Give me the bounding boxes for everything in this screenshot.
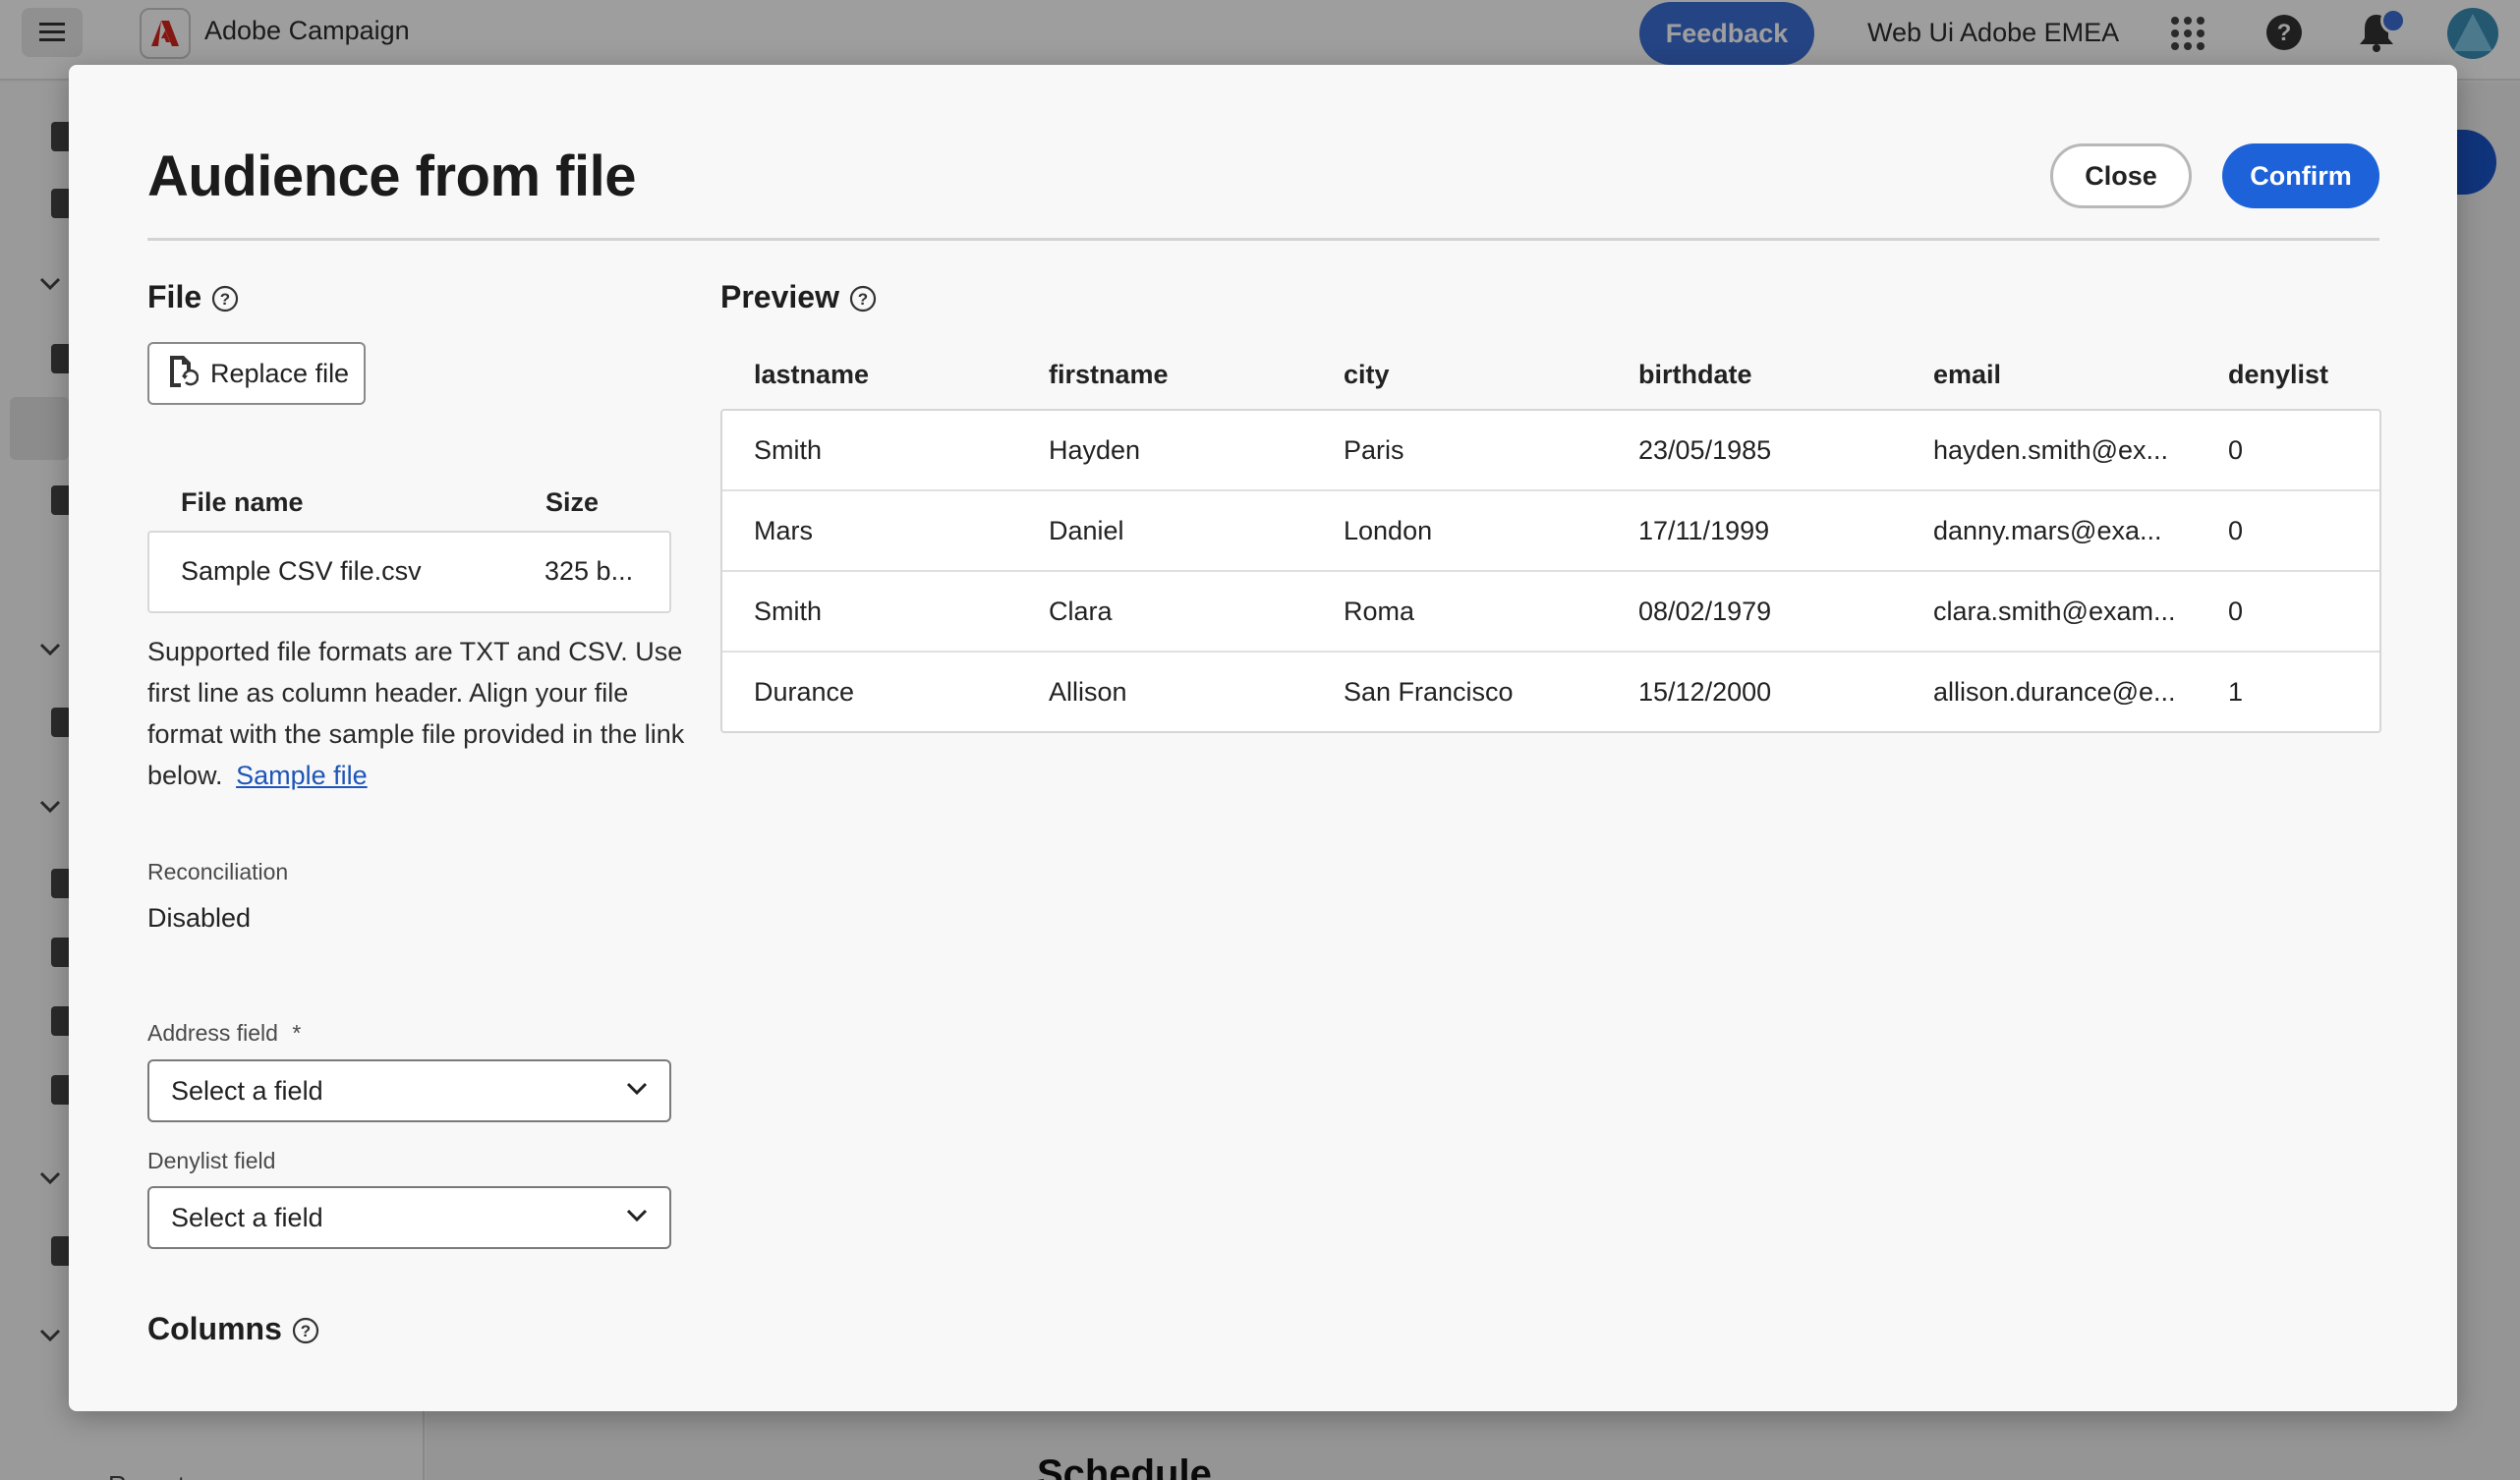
file-section-title: File — [147, 279, 202, 314]
table-cell: 1 — [2228, 677, 2244, 707]
table-row[interactable]: Smith Clara Roma 08/02/1979 clara.smith@… — [722, 572, 2379, 653]
svg-text:?: ? — [301, 1322, 311, 1340]
svg-text:?: ? — [858, 290, 868, 309]
table-cell: Daniel — [1049, 516, 1124, 545]
reconciliation-label: Reconciliation — [147, 859, 289, 884]
table-cell: allison.durance@e... — [1933, 677, 2176, 707]
table-cell: Smith — [754, 435, 823, 465]
denylist-field-select[interactable]: Select a field — [147, 1186, 671, 1249]
table-cell: Hayden — [1049, 435, 1141, 465]
chevron-down-icon — [626, 1209, 648, 1227]
table-cell: Allison — [1049, 677, 1127, 707]
table-cell: San Francisco — [1344, 677, 1514, 707]
address-field-select[interactable]: Select a field — [147, 1059, 671, 1122]
column-header[interactable]: firstname — [1049, 360, 1169, 390]
table-cell: danny.mars@exa... — [1933, 516, 2162, 545]
column-header[interactable]: denylist — [2228, 360, 2328, 390]
column-header[interactable]: email — [1933, 360, 2001, 390]
column-header[interactable]: city — [1344, 360, 1390, 390]
question-circle-icon[interactable]: ? — [849, 284, 877, 312]
preview-table: Smith Hayden Paris 23/05/1985 hayden.smi… — [720, 409, 2381, 733]
columns-section-title: Columns — [147, 1311, 282, 1346]
table-cell: 0 — [2228, 597, 2244, 626]
svg-text:?: ? — [220, 290, 230, 309]
table-cell: hayden.smith@ex... — [1933, 435, 2169, 465]
question-circle-icon[interactable]: ? — [211, 284, 239, 312]
sample-file-link[interactable]: Sample file — [236, 761, 368, 790]
file-name-cell: Sample CSV file.csv — [181, 556, 422, 586]
file-name-column[interactable]: File name — [181, 487, 304, 518]
columns-section-heading: Columns ? — [147, 1311, 319, 1347]
reconciliation-value: Disabled — [147, 903, 252, 933]
table-cell: clara.smith@exam... — [1933, 597, 2176, 626]
divider — [147, 238, 2379, 241]
preview-table-header: lastname firstname city birthdate email … — [720, 350, 2381, 403]
table-row[interactable]: Smith Hayden Paris 23/05/1985 hayden.smi… — [722, 411, 2379, 491]
replace-file-label: Replace file — [210, 358, 350, 388]
file-replace-icon — [167, 354, 200, 394]
table-cell: 15/12/2000 — [1638, 677, 1772, 707]
table-cell: Clara — [1049, 597, 1113, 626]
dialog-title: Audience from file — [147, 144, 636, 208]
table-row[interactable]: Mars Daniel London 17/11/1999 danny.mars… — [722, 491, 2379, 572]
file-table-header: File name Size — [147, 478, 671, 527]
question-circle-icon[interactable]: ? — [292, 1316, 319, 1343]
size-column[interactable]: Size — [545, 487, 599, 518]
table-cell: London — [1344, 516, 1433, 545]
table-cell: Mars — [754, 516, 813, 545]
table-cell: Smith — [754, 597, 823, 626]
address-field-label-text: Address field — [147, 1020, 278, 1046]
chevron-down-icon — [626, 1082, 648, 1101]
column-header[interactable]: birthdate — [1638, 360, 1752, 390]
table-cell: 08/02/1979 — [1638, 597, 1772, 626]
audience-from-file-dialog: Audience from file Close Confirm File ? … — [69, 65, 2457, 1411]
file-size-cell: 325 b... — [544, 556, 634, 586]
table-cell: Roma — [1344, 597, 1415, 626]
table-cell: Paris — [1344, 435, 1404, 465]
table-row[interactable]: Durance Allison San Francisco 15/12/2000… — [722, 653, 2379, 731]
denylist-field-label: Denylist field — [147, 1148, 276, 1173]
confirm-button[interactable]: Confirm — [2222, 143, 2379, 208]
required-mark: * — [292, 1020, 302, 1046]
address-field-label: Address field * — [147, 1020, 301, 1047]
table-cell: 17/11/1999 — [1638, 516, 1770, 545]
table-cell: 0 — [2228, 516, 2244, 545]
table-cell: 0 — [2228, 435, 2244, 465]
table-cell: Durance — [754, 677, 855, 707]
address-field-value: Select a field — [171, 1075, 323, 1106]
column-header[interactable]: lastname — [754, 360, 869, 390]
preview-section-heading: Preview ? — [720, 279, 877, 315]
close-button[interactable]: Close — [2050, 143, 2192, 208]
supported-formats-help: Supported file formats are TXT and CSV. … — [147, 631, 688, 796]
file-section-heading: File ? — [147, 279, 239, 315]
help-text-body: Supported file formats are TXT and CSV. … — [147, 637, 685, 790]
table-row[interactable]: Sample CSV file.csv 325 b... — [147, 531, 671, 613]
preview-section-title: Preview — [720, 279, 839, 314]
table-cell: 23/05/1985 — [1638, 435, 1772, 465]
replace-file-button[interactable]: Replace file — [147, 342, 366, 405]
denylist-field-value: Select a field — [171, 1202, 323, 1232]
